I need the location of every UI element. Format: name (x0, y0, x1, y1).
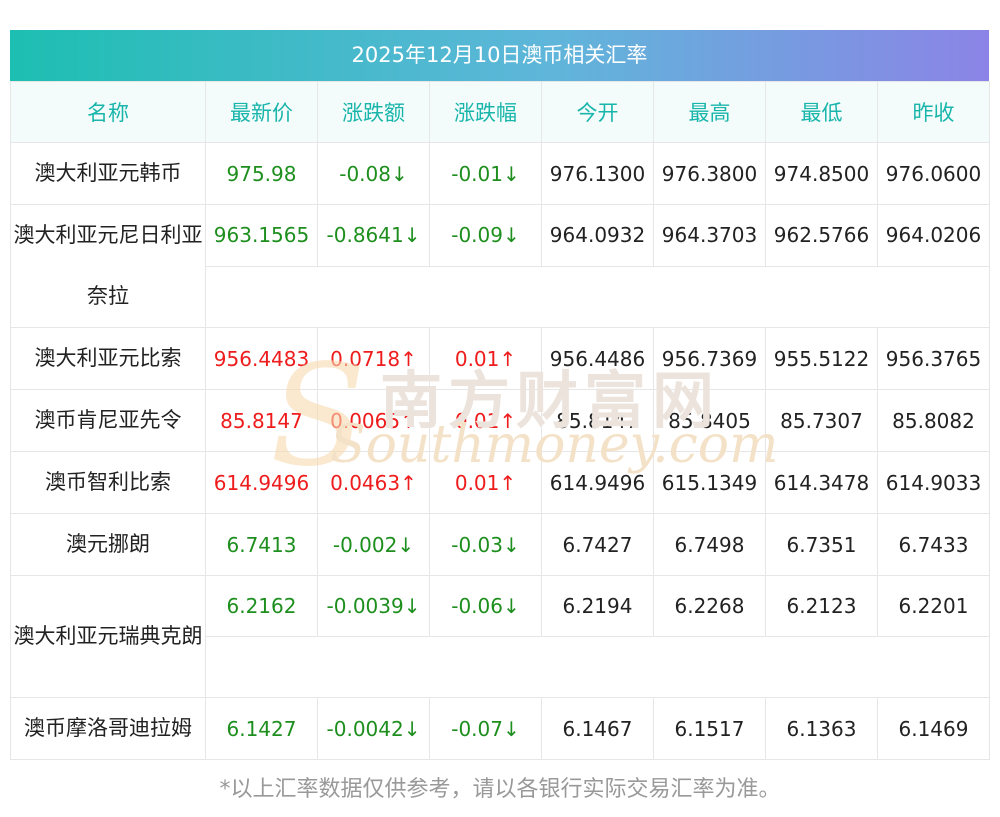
header-open: 今开 (541, 81, 654, 143)
footnote: *以上汇率数据仅供参考，请以各银行实际交易汇率为准。 (219, 777, 781, 802)
cell-latest: 6.7413 (205, 513, 318, 576)
cell-open: 6.2194 (541, 575, 654, 637)
cell-high: 6.2268 (653, 575, 766, 637)
header-latest: 最新价 (205, 81, 318, 143)
cell-prev-close: 6.7433 (877, 513, 990, 576)
cell-high: 976.3800 (653, 142, 766, 205)
empty-continuation-cell (205, 265, 990, 328)
cell-open: 85.8147 (541, 389, 654, 452)
cell-low: 614.3478 (765, 451, 878, 514)
cell-open: 956.4486 (541, 327, 654, 390)
table-row: 澳大利亚元瑞典克朗 6.2162 -0.0039↓ -0.06↓ 6.2194 6.226… (10, 575, 990, 698)
cell-low: 6.2123 (765, 575, 878, 637)
cell-name: 澳元挪朗 (10, 513, 206, 576)
cell-change: 0.0065↑ (317, 389, 430, 452)
cell-change: -0.08↓ (317, 142, 430, 205)
cell-change: -0.0039↓ (317, 575, 430, 637)
cell-open: 964.0932 (541, 204, 654, 267)
cell-change-pct: -0.06↓ (429, 575, 542, 637)
cell-low: 962.5766 (765, 204, 878, 267)
cell-latest: 614.9496 (205, 451, 318, 514)
cell-low: 974.8500 (765, 142, 878, 205)
cell-change-pct: -0.03↓ (429, 513, 542, 576)
cell-change: -0.8641↓ (317, 204, 430, 267)
header-low: 最低 (765, 81, 878, 143)
header-change-pct: 涨跌幅 (429, 81, 542, 143)
cell-name: 澳大利亚元瑞典克朗 (10, 575, 206, 698)
cell-latest: 85.8147 (205, 389, 318, 452)
cell-prev-close: 6.2201 (877, 575, 990, 637)
table-row: 澳币肯尼亚先令 85.8147 0.0065↑ 0.01↑ 85.8147 85.8405… (10, 389, 990, 452)
cell-name: 澳大利亚元比索 (10, 327, 206, 390)
table-row: 澳币摩洛哥迪拉姆 6.1427 -0.0042↓ -0.07↓ 6.1467 6.1517… (10, 697, 990, 760)
table-row: 澳大利亚元尼日利亚奈拉 963.1565 -0.8641↓ -0.09↓ 964.093… (10, 204, 990, 328)
cell-high: 615.1349 (653, 451, 766, 514)
table-row: 澳元挪朗 6.7413 -0.002↓ -0.03↓ 6.7427 6.7498 6.735… (10, 513, 990, 576)
cell-change: -0.0042↓ (317, 697, 430, 760)
cell-high: 6.1517 (653, 697, 766, 760)
cell-high: 956.7369 (653, 327, 766, 390)
cell-change-pct: -0.01↓ (429, 142, 542, 205)
table-row: 澳大利亚元比索 956.4483 0.0718↑ 0.01↑ 956.4486 956.7… (10, 327, 990, 390)
cell-latest: 975.98 (205, 142, 318, 205)
cell-change-pct: -0.09↓ (429, 204, 542, 267)
cell-latest: 963.1565 (205, 204, 318, 267)
cell-prev-close: 614.9033 (877, 451, 990, 514)
cell-high: 6.7498 (653, 513, 766, 576)
rate-table-container: 2025年12月10日澳币相关汇率 名称 最新价 涨跌额 涨跌幅 今开 最高 最… (10, 30, 990, 760)
cell-prev-close: 976.0600 (877, 142, 990, 205)
cell-change: -0.002↓ (317, 513, 430, 576)
cell-open: 976.1300 (541, 142, 654, 205)
cell-name: 澳币摩洛哥迪拉姆 (10, 697, 206, 760)
header-change: 涨跌额 (317, 81, 430, 143)
table-row: 澳币智利比索 614.9496 0.0463↑ 0.01↑ 614.9496 615.13… (10, 451, 990, 514)
cell-low: 955.5122 (765, 327, 878, 390)
cell-change-pct: 0.01↑ (429, 451, 542, 514)
cell-prev-close: 956.3765 (877, 327, 990, 390)
table-row: 澳大利亚元韩币 975.98 -0.08↓ -0.01↓ 976.1300 976.380… (10, 142, 990, 205)
exchange-rate-table: 名称 最新价 涨跌额 涨跌幅 今开 最高 最低 昨收 澳大利亚元韩币 975.98… (10, 81, 990, 760)
table-title: 2025年12月10日澳币相关汇率 (10, 30, 989, 81)
cell-name: 澳大利亚元韩币 (10, 142, 206, 205)
header-prev-close: 昨收 (877, 81, 990, 143)
cell-latest: 6.2162 (205, 575, 318, 637)
cell-change: 0.0463↑ (317, 451, 430, 514)
cell-name: 澳币智利比索 (10, 451, 206, 514)
cell-prev-close: 6.1469 (877, 697, 990, 760)
cell-high: 85.8405 (653, 389, 766, 452)
cell-low: 85.7307 (765, 389, 878, 452)
header-name: 名称 (10, 81, 206, 143)
cell-change-pct: 0.01↑ (429, 389, 542, 452)
cell-open: 614.9496 (541, 451, 654, 514)
header-high: 最高 (653, 81, 766, 143)
cell-low: 6.1363 (765, 697, 878, 760)
cell-name: 澳币肯尼亚先令 (10, 389, 206, 452)
cell-open: 6.1467 (541, 697, 654, 760)
table-header-row: 名称 最新价 涨跌额 涨跌幅 今开 最高 最低 昨收 (10, 81, 990, 143)
cell-name: 澳大利亚元尼日利亚奈拉 (10, 204, 206, 328)
cell-prev-close: 85.8082 (877, 389, 990, 452)
cell-high: 964.3703 (653, 204, 766, 267)
cell-low: 6.7351 (765, 513, 878, 576)
cell-change-pct: 0.01↑ (429, 327, 542, 390)
empty-continuation-cell (205, 636, 990, 698)
cell-open: 6.7427 (541, 513, 654, 576)
cell-change-pct: -0.07↓ (429, 697, 542, 760)
cell-latest: 956.4483 (205, 327, 318, 390)
cell-prev-close: 964.0206 (877, 204, 990, 267)
cell-change: 0.0718↑ (317, 327, 430, 390)
cell-latest: 6.1427 (205, 697, 318, 760)
